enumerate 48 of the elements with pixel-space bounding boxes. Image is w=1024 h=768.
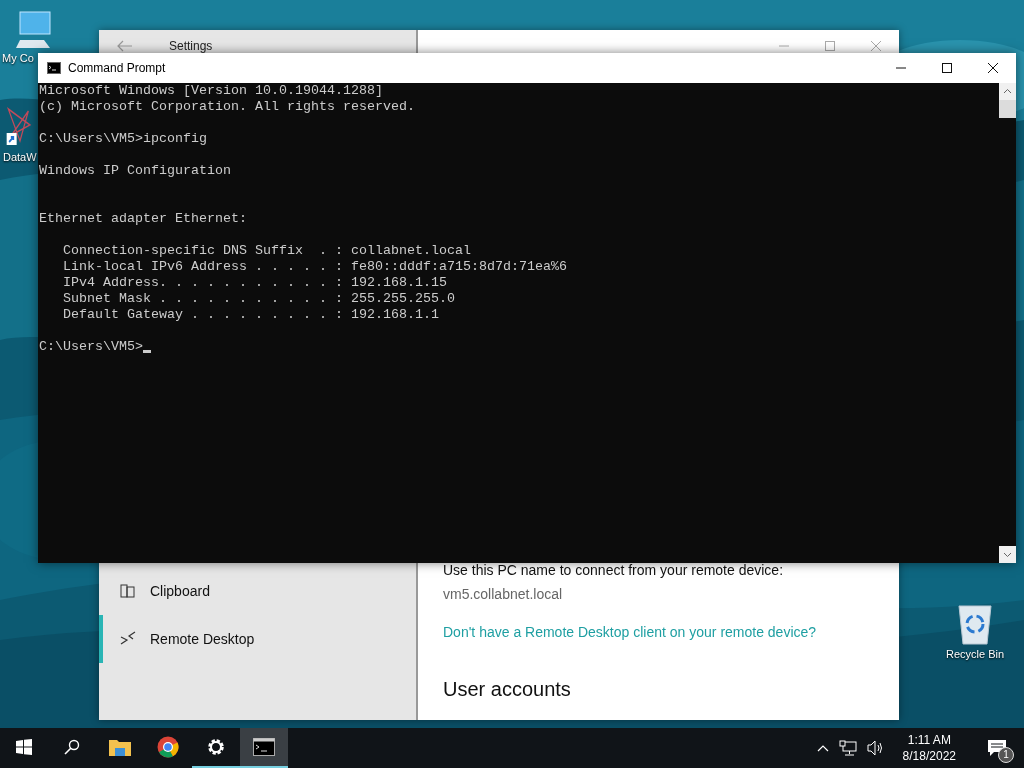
folder-icon xyxy=(109,738,131,756)
console-line: C:\Users\VM5> xyxy=(39,339,143,355)
console-line: Windows IP Configuration xyxy=(39,163,231,179)
taskbar-app-button[interactable] xyxy=(240,728,288,768)
close-icon xyxy=(988,63,998,73)
window-title: Settings xyxy=(169,39,213,53)
window-title: Command Prompt xyxy=(68,61,166,75)
network-icon[interactable] xyxy=(838,740,857,756)
maximize-icon xyxy=(942,63,952,73)
scroll-up-icon[interactable] xyxy=(999,83,1016,100)
console-line: Ethernet adapter Ethernet: xyxy=(39,211,247,227)
caret-icon[interactable] xyxy=(816,744,829,752)
terminal-icon xyxy=(47,62,61,74)
gear-icon xyxy=(206,737,226,757)
sidebar-item[interactable]: Clipboard xyxy=(99,567,416,615)
computer-icon[interactable] xyxy=(14,10,54,50)
console-line: C:\Users\VM5>ipconfig xyxy=(39,131,207,147)
volume-icon[interactable] xyxy=(866,740,885,756)
search-icon xyxy=(64,739,80,755)
console-line: Subnet Mask . . . . . . . . . . . : 255.255.255.0 xyxy=(62,291,455,307)
clock-time[interactable]: 1:11 AM xyxy=(907,732,951,748)
maximize-icon[interactable] xyxy=(825,41,835,51)
scroll-down-icon[interactable] xyxy=(999,546,1016,563)
console-line: Connection-specific DNS Suffix . : collabnet.local xyxy=(62,243,471,259)
close-icon[interactable] xyxy=(871,41,881,51)
pc-name: vm5.collabnet.local xyxy=(443,586,563,602)
windows-logo-icon xyxy=(16,739,32,755)
remote-desktop-icon xyxy=(120,631,136,647)
console-line: IPv4 Address. . . . . . . . . . . : 192.168.1.15 xyxy=(62,275,447,291)
clock-date[interactable]: 8/18/2022 xyxy=(902,748,956,764)
console-line: Microsoft Windows [Version 10.0.19044.1288] xyxy=(39,83,383,99)
notification-badge: 1 xyxy=(998,747,1014,763)
recycle-bin-icon[interactable] xyxy=(955,602,995,646)
desktop-icon-label[interactable]: DataW xyxy=(3,151,37,163)
description-text: Use this PC name to connect from your remote device: xyxy=(443,562,784,578)
clipboard-icon xyxy=(120,584,136,598)
console-line: (c) Microsoft Corporation. All rights reserved. xyxy=(39,99,415,115)
section-heading: User accounts xyxy=(443,678,571,701)
terminal-icon xyxy=(253,738,275,756)
desktop-icon-label[interactable]: Recycle Bin xyxy=(945,648,1005,660)
scrollbar[interactable] xyxy=(999,83,1016,563)
scrollbar-thumb[interactable] xyxy=(999,100,1016,118)
browser-icon xyxy=(157,736,179,758)
console-line: Link-local IPv6 Address . . . . . : fe80::dddf:a715:8d7d:71ea%6 xyxy=(62,259,567,275)
sidebar-item[interactable]: Remote Desktop xyxy=(99,615,416,663)
console-line: Default Gateway . . . . . . . . . : 192.168.1.1 xyxy=(62,307,439,323)
desktop-icon-label[interactable]: My Co xyxy=(2,52,34,64)
back-arrow-icon[interactable] xyxy=(117,40,133,52)
